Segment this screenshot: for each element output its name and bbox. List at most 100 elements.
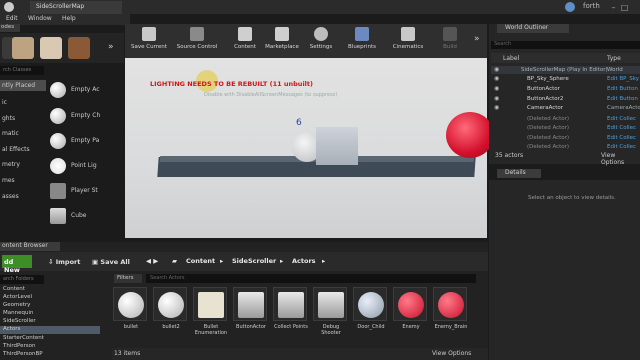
col-label[interactable]: Label xyxy=(503,55,519,62)
foliage-mode-icon[interactable] xyxy=(68,37,90,59)
eye-icon[interactable]: ◉ xyxy=(494,75,500,82)
blueprints-button[interactable]: Blueprints xyxy=(344,25,380,57)
marketplace-button[interactable]: Marketplace xyxy=(262,25,302,57)
details-tab[interactable]: Details xyxy=(497,169,541,178)
folder-icon[interactable]: ▰ xyxy=(172,257,177,265)
outliner-search-input[interactable]: Search xyxy=(491,41,640,49)
modes-tab[interactable]: odes xyxy=(0,24,20,32)
cube-icon xyxy=(318,292,344,318)
world-outliner-tab[interactable]: World Outliner xyxy=(497,24,569,33)
outliner-row[interactable]: (Deleted Actor) Edit Collec xyxy=(491,115,640,123)
sphere-icon xyxy=(358,292,384,318)
asset-tile[interactable]: Collect Points xyxy=(273,287,309,330)
eye-icon[interactable]: ◉ xyxy=(494,95,500,102)
clapperboard-icon xyxy=(401,27,415,41)
category-volumes[interactable]: mes xyxy=(0,175,46,186)
outliner-row[interactable]: (Deleted Actor) Edit Collec xyxy=(491,124,640,132)
item-count: 13 items xyxy=(114,350,141,357)
landscape-mode-icon[interactable] xyxy=(40,37,62,59)
breadcrumb-content[interactable]: Content xyxy=(186,257,215,265)
tree-item[interactable]: ActorLevel xyxy=(0,294,100,302)
user-name: forth xyxy=(583,2,600,10)
outliner-row[interactable]: (Deleted Actor) Edit Collec xyxy=(491,134,640,142)
marketplace-icon xyxy=(275,27,289,41)
asset-tile[interactable]: Enemy xyxy=(393,287,429,330)
asset-tile[interactable]: Enemy_Brain xyxy=(433,287,469,330)
eye-icon[interactable]: ◉ xyxy=(494,85,500,92)
add-new-button[interactable]: dd New xyxy=(2,255,32,274)
breadcrumb-arrow-icon[interactable]: ▸ xyxy=(280,257,283,265)
content-button[interactable]: Content xyxy=(230,25,260,57)
unreal-logo-icon xyxy=(4,2,14,12)
level-tab[interactable]: SideScrollerMap xyxy=(30,1,122,14)
tree-item[interactable]: ThirdPersonBP xyxy=(0,351,100,359)
maximize-icon[interactable]: □ xyxy=(619,2,630,13)
category-cinematic[interactable]: matic xyxy=(0,128,46,139)
breadcrumb-actors[interactable]: Actors xyxy=(292,257,316,265)
category-basic[interactable]: ic xyxy=(0,97,46,108)
tree-item[interactable]: Geometry xyxy=(0,302,100,310)
filters-button[interactable]: Filters xyxy=(114,274,142,283)
settings-button[interactable]: Settings xyxy=(306,25,336,57)
folder-search-input[interactable]: arch Folders xyxy=(0,275,44,284)
menu-help[interactable]: Help xyxy=(62,15,76,22)
category-geometry[interactable]: metry xyxy=(0,159,46,170)
breadcrumb-arrow-icon[interactable]: ▸ xyxy=(322,257,325,265)
view-options-button[interactable]: View Options xyxy=(601,152,640,166)
outliner-row[interactable]: ◉ ButtonActor Edit Button xyxy=(491,85,640,93)
asset-tile[interactable]: Bullet Enumeration xyxy=(193,287,229,336)
tree-item[interactable]: ThirdPerson xyxy=(0,343,100,351)
import-button[interactable]: ⇩ Import xyxy=(48,255,86,268)
cinematics-button[interactable]: Cinematics xyxy=(388,25,428,57)
category-visual-effects[interactable]: al Effects xyxy=(0,144,46,155)
paint-mode-icon[interactable] xyxy=(12,37,34,59)
eye-icon[interactable]: ◉ xyxy=(494,66,500,73)
save-all-button[interactable]: ▣ Save All xyxy=(92,255,136,268)
place-item[interactable]: Cube xyxy=(50,206,116,228)
minimize-icon[interactable]: – xyxy=(608,2,619,13)
place-item[interactable]: Empty Ch xyxy=(50,106,116,128)
view-options-button[interactable]: View Options xyxy=(432,350,471,357)
asset-tile[interactable]: ButtonActor xyxy=(233,287,269,330)
tree-item[interactable]: SideScroller xyxy=(0,318,100,326)
build-button[interactable]: Build xyxy=(436,25,464,57)
col-type[interactable]: Type xyxy=(607,55,621,62)
asset-search-input[interactable]: Search Actors xyxy=(146,274,476,283)
menu-window[interactable]: Window xyxy=(28,15,52,22)
details-empty-message: Select an object to view details. xyxy=(528,195,616,201)
category-recently-placed[interactable]: ntly Placed xyxy=(0,80,46,91)
breadcrumb-sidescroller[interactable]: SideScroller xyxy=(232,257,276,265)
breadcrumb-arrow-icon[interactable]: ▸ xyxy=(220,257,223,265)
category-lights[interactable]: ghts xyxy=(0,113,46,124)
save-current-button[interactable]: Save Current xyxy=(128,25,170,57)
content-browser-tab[interactable]: ontent Browser xyxy=(0,242,60,251)
source-control-button[interactable]: Source Control xyxy=(172,25,222,57)
search-classes-input[interactable]: rch Classes xyxy=(0,66,44,75)
chevron-right-icon[interactable]: » xyxy=(108,42,114,52)
place-item[interactable]: Empty Ac xyxy=(50,80,116,102)
outliner-row[interactable]: ◉ CameraActor CameraActor xyxy=(491,104,640,112)
tree-item[interactable]: StarterContent xyxy=(0,335,100,343)
tree-item[interactable]: Actors xyxy=(0,326,100,334)
asset-tile[interactable]: Debug Shooter xyxy=(313,287,349,336)
outliner-header: Label Type xyxy=(491,53,640,63)
place-item[interactable]: Point Lig xyxy=(50,156,116,178)
asset-tile[interactable]: bullet2 xyxy=(153,287,189,330)
window-controls: – □ xyxy=(608,1,640,13)
outliner-row[interactable]: ◉ BP_Sky_Sphere Edit BP_Sky xyxy=(491,75,640,83)
toolbar-overflow-icon[interactable]: » xyxy=(474,34,480,44)
enumeration-icon xyxy=(198,292,224,318)
eye-icon[interactable]: ◉ xyxy=(494,104,500,111)
sphere-icon xyxy=(50,133,66,149)
menu-edit[interactable]: Edit xyxy=(6,15,18,22)
tree-item[interactable]: Content xyxy=(0,286,100,294)
outliner-row[interactable]: ◉ SideScrollerMap (Play In Editor) World xyxy=(491,66,640,74)
history-arrows-icon[interactable]: ◀ ▶ xyxy=(146,257,158,265)
asset-tile[interactable]: bullet xyxy=(113,287,149,330)
place-item[interactable]: Player St xyxy=(50,181,116,203)
outliner-row[interactable]: ◉ ButtonActor2 Edit Button xyxy=(491,95,640,103)
tree-item[interactable]: Mannequin xyxy=(0,310,100,318)
asset-tile[interactable]: Door_Child xyxy=(353,287,389,330)
category-all-classes[interactable]: asses xyxy=(0,191,46,202)
place-item[interactable]: Empty Pa xyxy=(50,131,116,153)
